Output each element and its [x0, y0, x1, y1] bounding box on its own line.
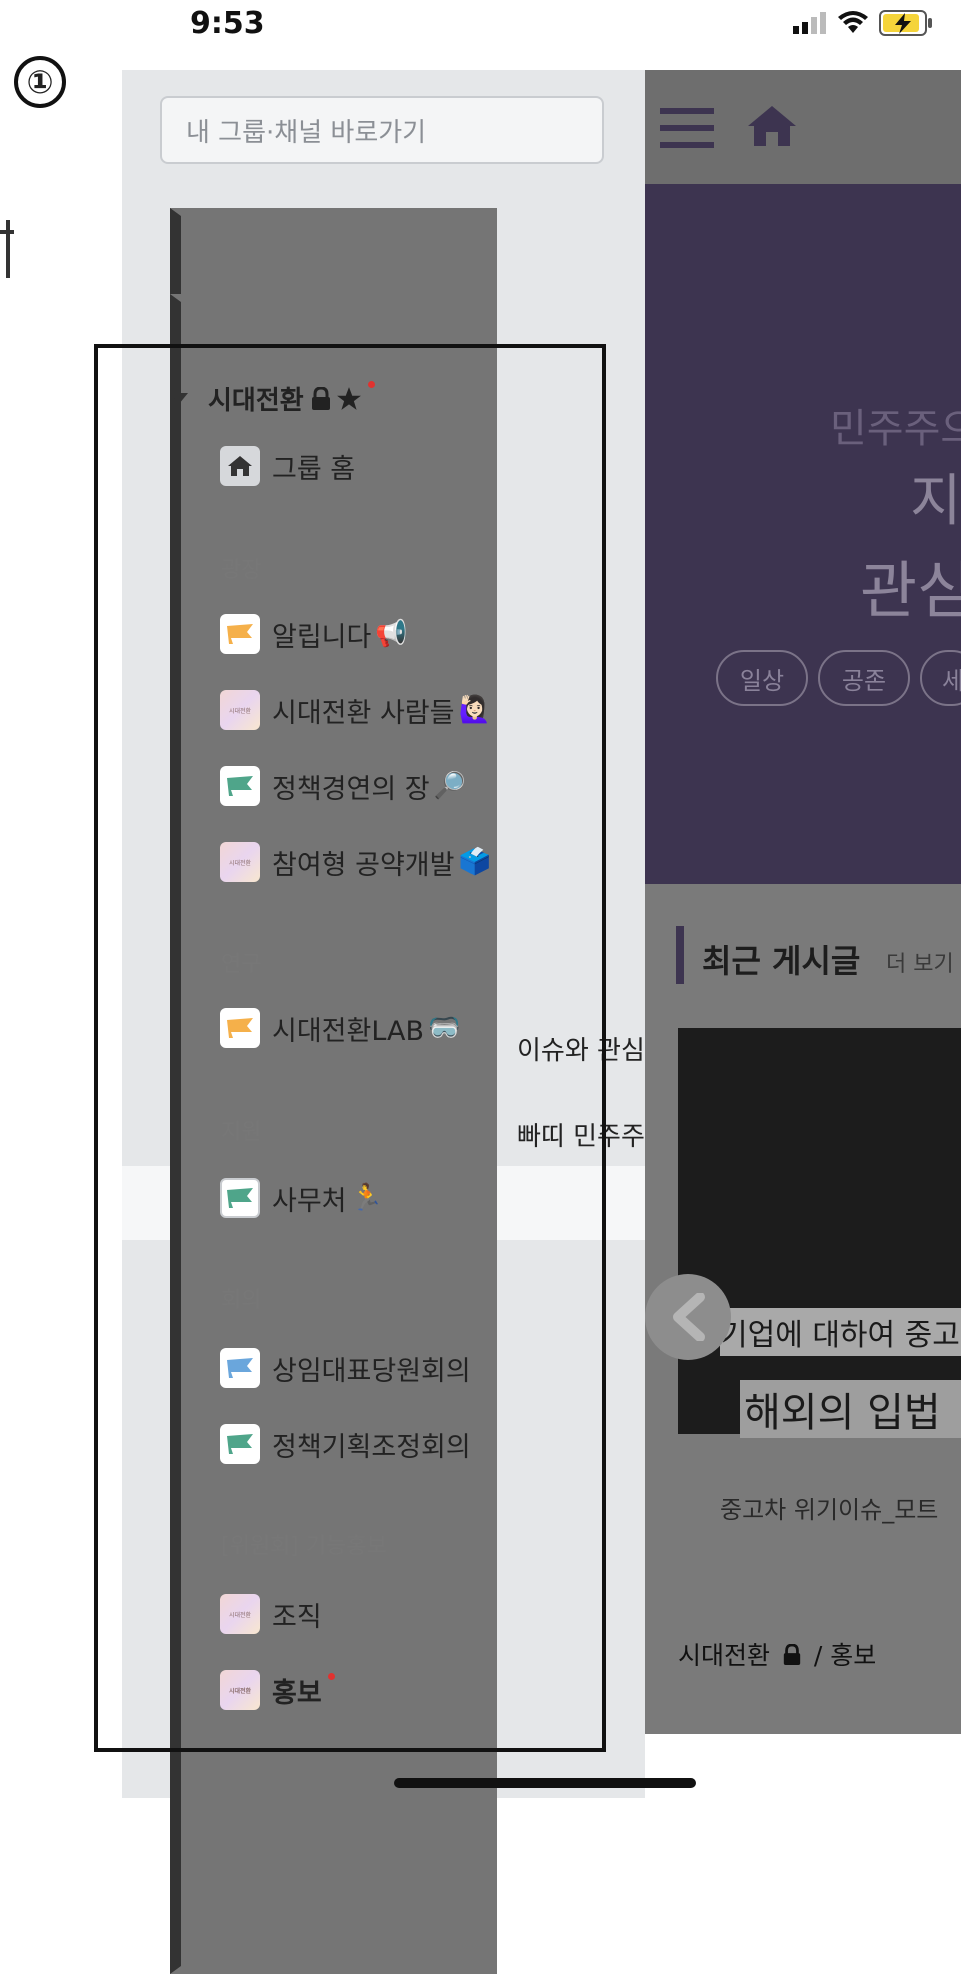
- signal-icon: [793, 12, 826, 34]
- home-icon[interactable]: [746, 104, 798, 152]
- hero-title-line1: 지: [910, 469, 961, 534]
- post-footer: 시대전환 / 홍보: [678, 1636, 876, 1672]
- post-title[interactable]: 중고차 위기이슈_모트: [720, 1490, 938, 1525]
- home-indicator: [394, 1778, 696, 1788]
- menu-icon[interactable]: [660, 106, 714, 154]
- wifi-icon: [838, 11, 868, 33]
- annotation-box: [94, 344, 606, 1752]
- edge-fragment: [6, 220, 10, 278]
- post-channel: / 홍보: [813, 1641, 877, 1670]
- status-icons: [793, 10, 933, 36]
- search-input[interactable]: 내 그룹·채널 바로가기: [160, 96, 604, 164]
- recent-posts-title: 최근 게시글: [702, 942, 861, 980]
- more-link[interactable]: 더 보기: [886, 946, 954, 978]
- tag-chip[interactable]: 일상: [716, 650, 808, 706]
- chevron-left-icon: [673, 1293, 705, 1341]
- battery-charging-icon: [879, 10, 932, 36]
- section-accent-bar: [676, 926, 684, 984]
- lock-icon: [783, 1643, 801, 1665]
- hero-subtitle: 민주주으: [830, 406, 961, 452]
- video-caption: 해외의 입법: [740, 1380, 961, 1438]
- status-time: 9:53: [190, 6, 265, 41]
- video-caption: 기업에 대하여 중고: [720, 1308, 961, 1356]
- step-marker: ①: [14, 56, 66, 108]
- video-thumbnail[interactable]: [678, 1028, 961, 1434]
- tag-chip[interactable]: 공존: [818, 650, 910, 706]
- carousel-prev-button[interactable]: [645, 1274, 731, 1360]
- hero-title-line2: 관심: [860, 554, 961, 627]
- post-group: 시대전환: [678, 1641, 771, 1670]
